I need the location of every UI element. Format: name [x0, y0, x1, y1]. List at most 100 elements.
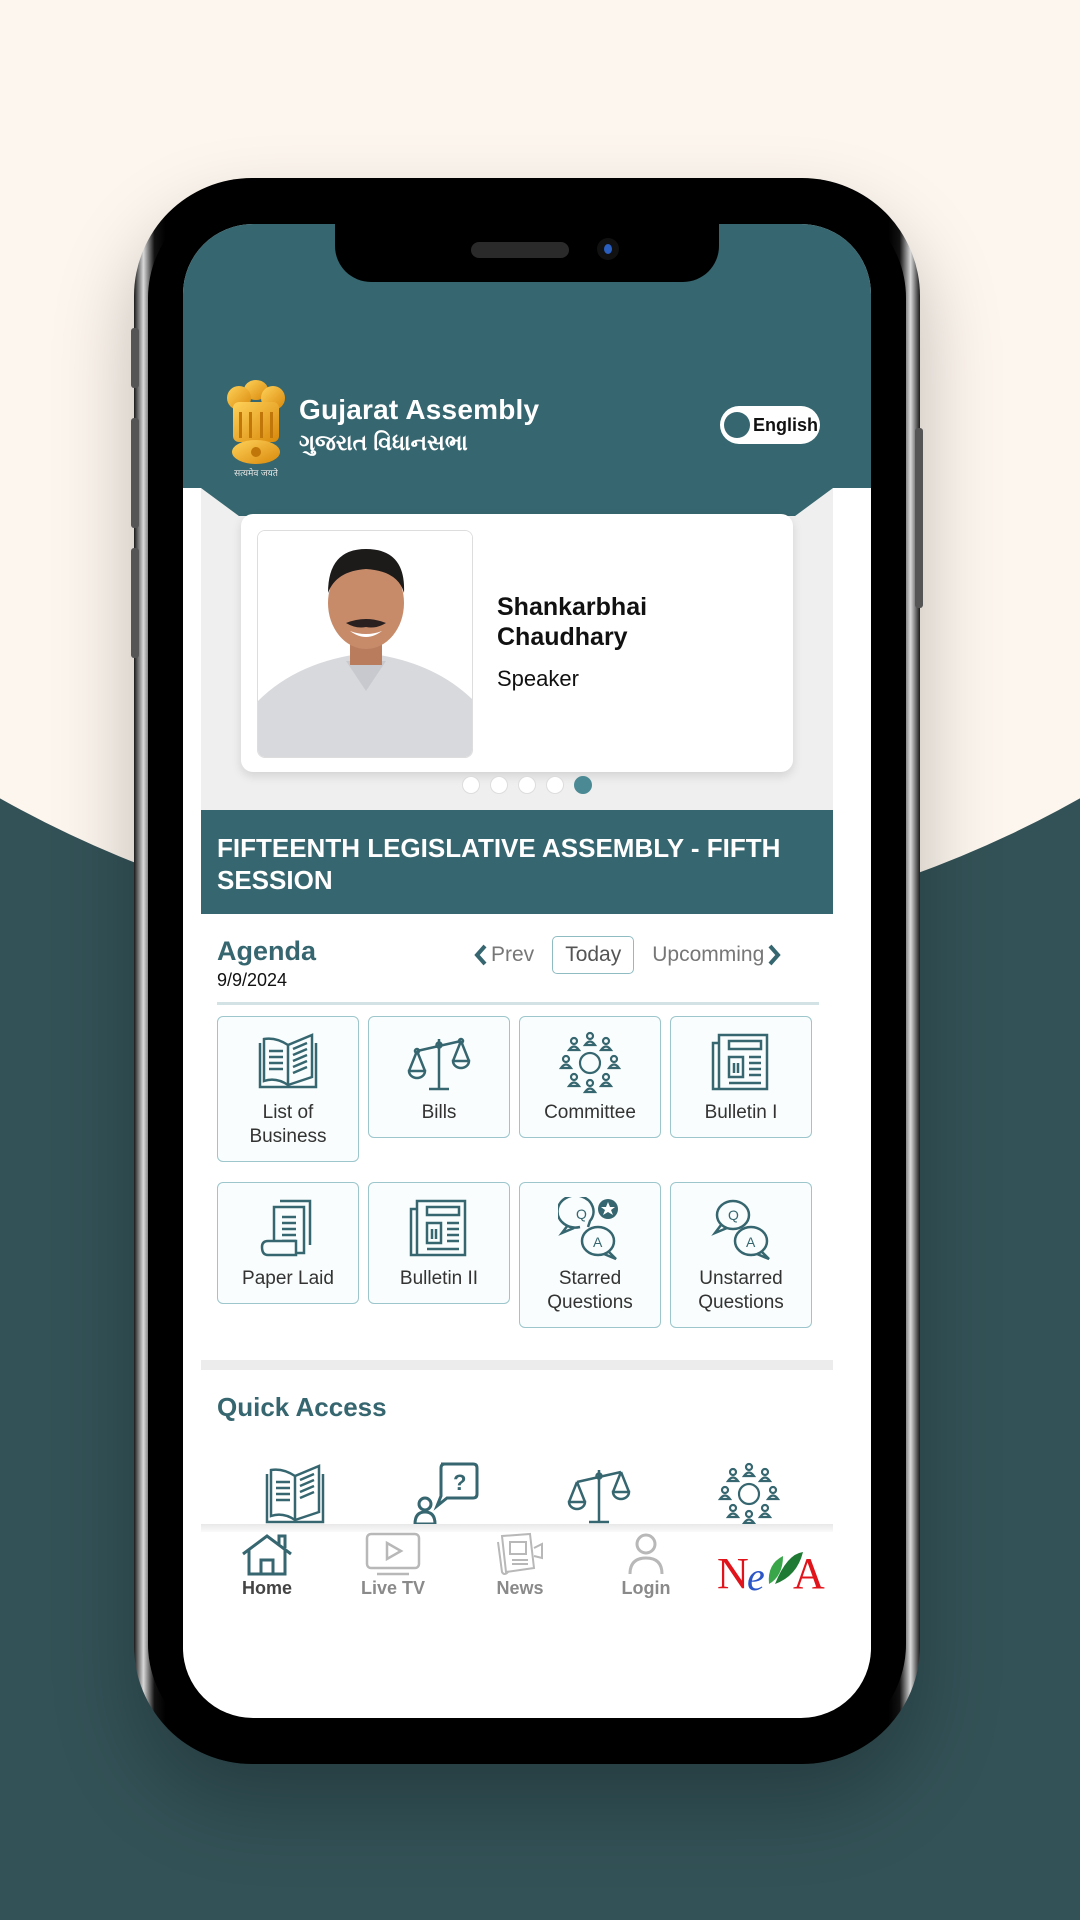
tile-label: Bills — [369, 1101, 509, 1137]
phone-frame: सत्यमेव जयते Gujarat Assembly ગુજરાત વિધ… — [131, 178, 923, 1764]
language-toggle[interactable]: English — [720, 406, 820, 444]
agenda-title: Agenda — [217, 936, 317, 966]
committee-icon — [558, 1031, 622, 1094]
svg-text:Q: Q — [576, 1206, 587, 1222]
tile-bills[interactable]: Bills — [368, 1016, 510, 1138]
chevron-right-icon — [768, 944, 781, 966]
neva-logo[interactable]: N e A — [717, 1546, 827, 1607]
svg-text:Q: Q — [728, 1207, 739, 1223]
agenda-divider — [217, 1002, 819, 1005]
tile-label: Unstarred Questions — [671, 1267, 811, 1327]
pagination-dot-active[interactable] — [574, 776, 592, 794]
svg-text:e: e — [747, 1554, 764, 1596]
svg-text:A: A — [746, 1234, 756, 1250]
svg-text:A: A — [593, 1234, 603, 1250]
chevron-left-icon — [474, 944, 487, 966]
app-title: Gujarat Assembly — [299, 394, 540, 425]
tile-label: Committee — [520, 1101, 660, 1137]
pagination-dot[interactable] — [490, 776, 508, 794]
speaker-role: Speaker — [497, 666, 579, 691]
user-icon — [628, 1533, 664, 1575]
open-book-icon[interactable] — [255, 1460, 335, 1526]
tile-unstarred-questions[interactable]: Q A Unstarred Questions — [670, 1182, 812, 1328]
bottom-navigation: Home Live TV News Login N e A — [183, 1532, 871, 1612]
tile-label-line2: Questions — [547, 1292, 633, 1313]
power-button — [915, 428, 923, 608]
tile-starred-questions[interactable]: Q A Starred Questions — [519, 1182, 661, 1328]
app-subtitle: ગુજરાત વિધાનસભા — [299, 430, 468, 455]
mute-switch — [131, 328, 139, 388]
tile-label: Starred Questions — [520, 1267, 660, 1327]
profile-card[interactable]: Shankarbhai Chaudhary Speaker — [241, 514, 793, 772]
tile-paper-laid[interactable]: Paper Laid — [217, 1182, 359, 1304]
nav-live-tv[interactable]: Live TV — [343, 1532, 443, 1599]
tile-committee[interactable]: Committee — [519, 1016, 661, 1138]
tile-label: Bulletin II — [369, 1267, 509, 1303]
newspaper-icon — [711, 1033, 769, 1091]
tile-label-line1: List of — [262, 1102, 314, 1123]
question-person-icon[interactable]: ? — [409, 1460, 489, 1526]
prev-button[interactable]: Prev — [473, 943, 534, 967]
scales-icon[interactable] — [559, 1460, 639, 1526]
qa-icon: Q A — [711, 1199, 770, 1261]
svg-text:?: ? — [453, 1470, 466, 1495]
agenda-date: 9/9/2024 — [217, 970, 288, 990]
agenda-navigation: Prev Today Upcomming — [473, 934, 782, 976]
scales-icon — [407, 1037, 471, 1091]
starred-qa-icon: Q A — [558, 1197, 618, 1261]
header-trapezoid — [201, 488, 833, 516]
nav-news[interactable]: News — [470, 1532, 570, 1599]
speaker-first-name: Shankarbhai — [497, 593, 648, 621]
tile-label-line1: Bulletin II — [399, 1268, 479, 1289]
svg-text:A: A — [793, 1549, 825, 1596]
app-screen: सत्यमेव जयते Gujarat Assembly ગુજરાત વિધ… — [183, 224, 871, 1718]
nav-label: News — [496, 1578, 544, 1598]
nav-label: Login — [621, 1578, 671, 1598]
nav-label: Home — [241, 1578, 292, 1598]
tile-bulletin-1[interactable]: Bulletin I — [670, 1016, 812, 1138]
tile-label-line1: Starred — [558, 1268, 622, 1289]
pagination-dot[interactable] — [546, 776, 564, 794]
tile-label-line1: Paper Laid — [242, 1268, 334, 1289]
person-portrait-icon — [258, 531, 472, 757]
tv-play-icon — [365, 1532, 421, 1576]
nav-label: Live TV — [360, 1578, 426, 1598]
upcoming-button[interactable]: Upcomming — [652, 943, 782, 967]
tile-label-line2: Questions — [698, 1292, 784, 1313]
quick-access-title: Quick Access — [217, 1392, 387, 1422]
emblem-motto: सत्यमेव जयते — [234, 467, 279, 478]
prev-label: Prev — [491, 943, 535, 966]
home-icon — [242, 1534, 292, 1576]
tile-bulletin-2[interactable]: Bulletin II — [368, 1182, 510, 1304]
speaker-grille — [471, 242, 569, 258]
section-divider — [201, 1360, 833, 1370]
tile-label-line1: Unstarred — [699, 1268, 783, 1289]
tile-label-line2: Business — [249, 1126, 327, 1147]
upcoming-label: Upcomming — [652, 943, 765, 966]
tile-label: Paper Laid — [218, 1267, 358, 1303]
committee-icon[interactable] — [709, 1460, 789, 1526]
nav-home[interactable]: Home — [217, 1532, 317, 1599]
tile-label: Bulletin I — [671, 1101, 811, 1137]
newspaper-icon — [409, 1199, 467, 1257]
tile-label-line1: Committee — [544, 1102, 636, 1123]
tile-label-line1: Bills — [421, 1102, 457, 1123]
volume-down-button — [131, 548, 139, 658]
front-camera — [597, 238, 619, 260]
toggle-knob — [724, 412, 750, 438]
svg-text:N: N — [717, 1549, 748, 1596]
session-banner: FIFTEENTH LEGISLATIVE ASSEMBLY - FIFTH S… — [201, 810, 833, 914]
news-icon — [497, 1532, 543, 1575]
pagination-dot[interactable] — [462, 776, 480, 794]
neva-logo-icon: N e A — [717, 1549, 827, 1599]
tile-label-line1: Bulletin I — [704, 1102, 778, 1123]
speaker-last-name: Chaudhary — [497, 623, 628, 651]
tile-list-of-business[interactable]: List of Business — [217, 1016, 359, 1162]
carousel-pagination — [183, 776, 871, 794]
notch — [335, 224, 719, 282]
today-button[interactable]: Today — [552, 936, 635, 974]
volume-up-button — [131, 418, 139, 528]
pagination-dot[interactable] — [518, 776, 536, 794]
speaker-photo — [257, 530, 473, 758]
nav-login[interactable]: Login — [596, 1532, 696, 1599]
